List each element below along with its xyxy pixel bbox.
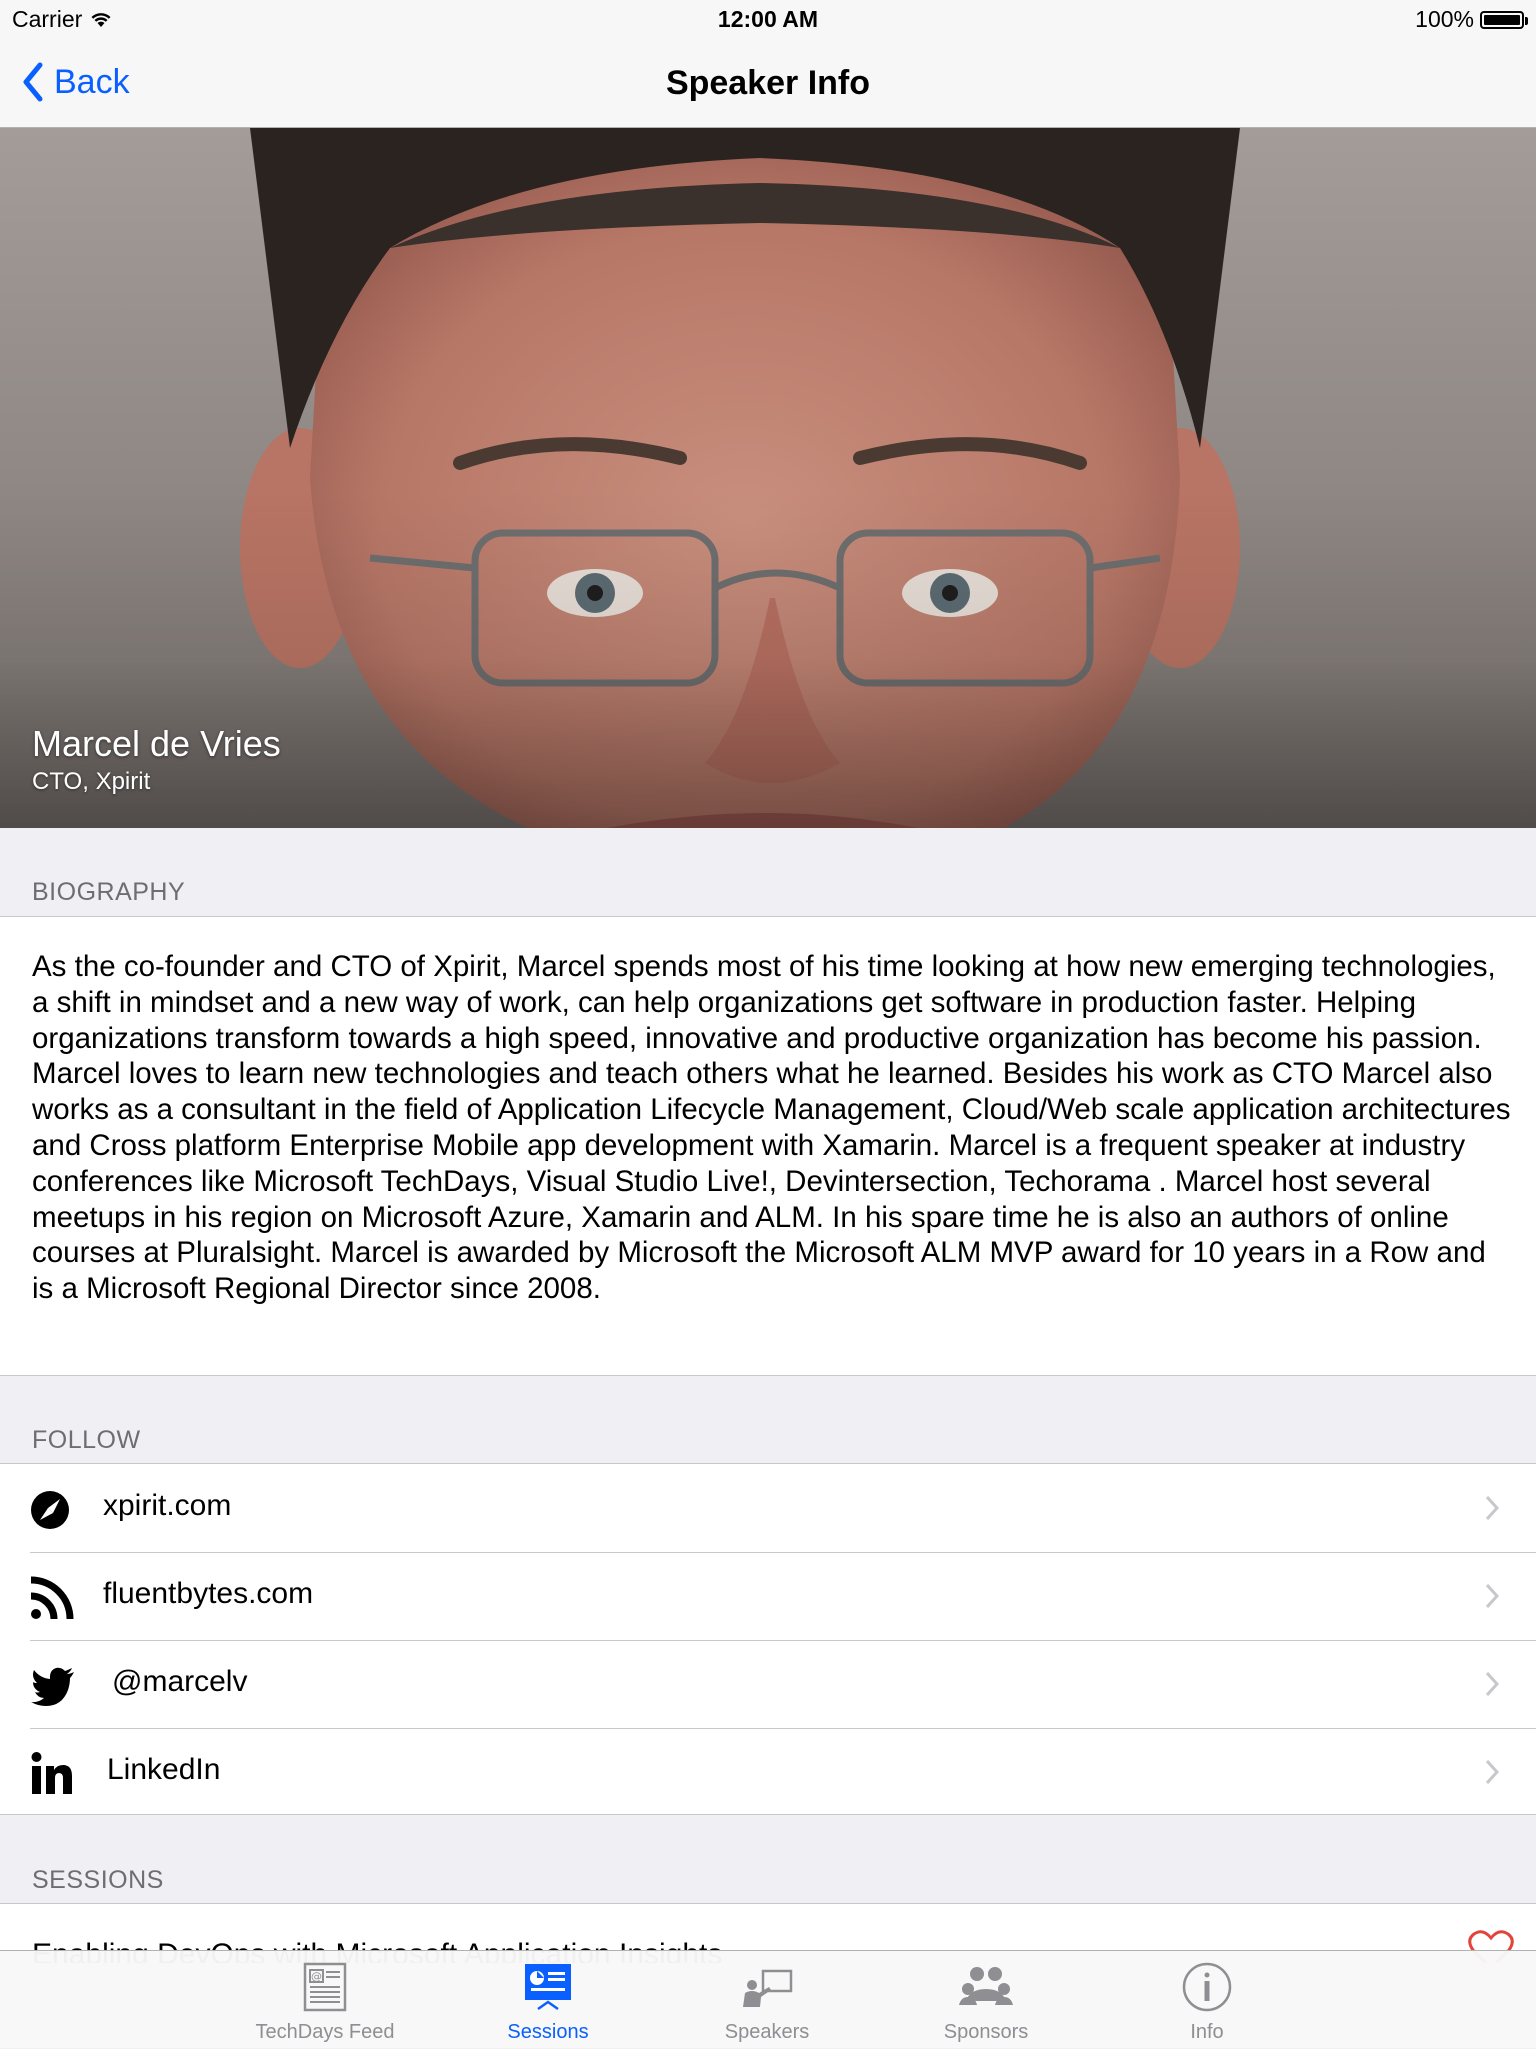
battery-icon xyxy=(1480,10,1528,29)
follow-row-blog[interactable]: fluentbytes.com xyxy=(0,1552,1536,1640)
page-title: Speaker Info xyxy=(665,64,871,102)
tab-techdays-feed[interactable]: @ TechDays Feed xyxy=(225,1951,425,2049)
follow-row-twitter[interactable]: @marcelv xyxy=(0,1640,1536,1728)
sessions-header: SESSIONS xyxy=(32,1866,164,1894)
follow-header: FOLLOW xyxy=(32,1426,141,1454)
svg-text:@: @ xyxy=(311,1970,322,1983)
tab-speakers[interactable]: Speakers xyxy=(667,1951,867,2049)
sponsors-icon xyxy=(959,1967,1013,2005)
status-time: 12:00 AM xyxy=(717,6,819,32)
biography-section: As the co-founder and CTO of Xpirit, Mar… xyxy=(0,916,1536,1376)
speakers-icon xyxy=(743,1969,793,2007)
tab-label: Speakers xyxy=(724,2021,810,2043)
twitter-icon xyxy=(31,1667,74,1706)
biography-header: BIOGRAPHY xyxy=(32,878,186,906)
sessions-icon xyxy=(525,1964,571,2011)
speaker-name: Marcel de Vries xyxy=(32,723,281,764)
tab-bar: @ TechDays Feed Sessions Speakers Sponso… xyxy=(0,1950,1536,2048)
tab-label: Info xyxy=(1190,2021,1224,2043)
feed-icon: @ xyxy=(303,1962,347,2012)
linkedin-icon xyxy=(31,1752,72,1794)
follow-row-linkedin[interactable]: LinkedIn xyxy=(0,1728,1536,1816)
chevron-right-icon xyxy=(1485,1759,1500,1785)
tab-sponsors[interactable]: Sponsors xyxy=(886,1951,1086,2049)
chevron-right-icon xyxy=(1485,1495,1500,1521)
speaker-photo: Marcel de Vries CTO, Xpirit xyxy=(0,128,1536,828)
rss-icon xyxy=(30,1576,74,1620)
tab-info[interactable]: Info xyxy=(1107,1951,1307,2049)
info-icon xyxy=(1182,1962,1232,2012)
compass-icon xyxy=(31,1491,69,1529)
tab-sessions[interactable]: Sessions xyxy=(448,1951,648,2049)
navigation-bar: Back Speaker Info xyxy=(0,40,1536,128)
battery-percent: 100% xyxy=(1415,6,1474,32)
follow-label: LinkedIn xyxy=(107,1753,221,1786)
follow-label: xpirit.com xyxy=(103,1489,232,1522)
battery-indicator: 100% xyxy=(1415,6,1528,33)
follow-label: fluentbytes.com xyxy=(103,1577,314,1610)
biography-text: As the co-founder and CTO of Xpirit, Mar… xyxy=(32,950,1511,1306)
speaker-job-title: CTO, Xpirit xyxy=(32,768,151,795)
follow-row-website[interactable]: xpirit.com xyxy=(0,1464,1536,1552)
tab-label: TechDays Feed xyxy=(255,2021,395,2043)
status-bar: Carrier 12:00 AM 100% xyxy=(0,0,1536,40)
follow-list: xpirit.com fluentbytes.com @marcelv Link… xyxy=(0,1463,1536,1815)
follow-label: @marcelv xyxy=(112,1665,248,1698)
chevron-right-icon xyxy=(1485,1583,1500,1609)
tab-label: Sponsors xyxy=(943,2021,1029,2043)
chevron-right-icon xyxy=(1485,1671,1500,1697)
tab-label: Sessions xyxy=(507,2021,589,2043)
